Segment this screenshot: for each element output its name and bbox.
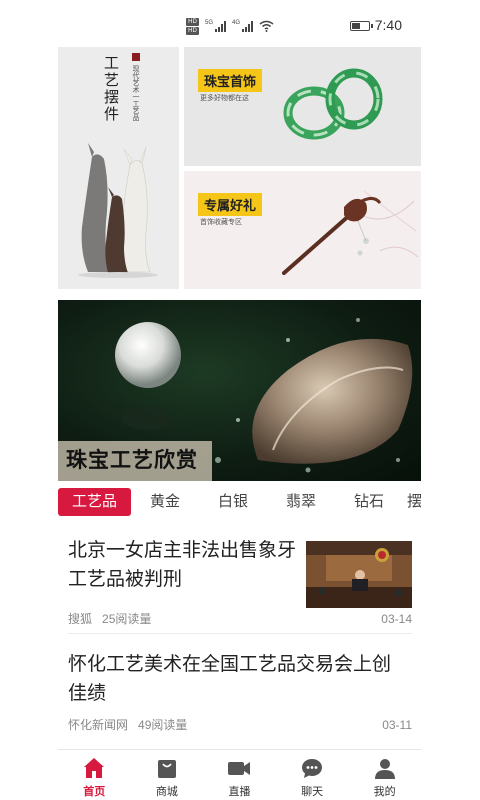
news-title: 怀化工艺美术在全国工艺品交易会上创佳绩 <box>68 654 392 704</box>
battery-icon <box>350 21 373 31</box>
nav-live-label: 直播 <box>228 786 251 798</box>
tab-jade[interactable]: 翡翠 <box>267 488 335 516</box>
news-meta: 怀化新闻网 49阅读量 <box>68 716 187 733</box>
jade-bangle-illustration <box>283 68 383 140</box>
tab-silver[interactable]: 白银 <box>199 488 267 516</box>
nav-chat-label: 聊天 <box>301 786 324 798</box>
news-source: 怀化新闻网 <box>68 718 129 732</box>
nav-home[interactable]: 首页 <box>58 750 131 800</box>
banner-jewelry-art[interactable]: 珠宝工艺欣赏 <box>58 300 421 481</box>
news-date: 03-11 <box>382 718 412 732</box>
signal-icon: 5G <box>205 20 227 32</box>
news-title: 北京一女店主非法出售象牙工艺品被判刑 <box>68 540 297 590</box>
deer-vase-illustration <box>78 143 158 278</box>
home-icon <box>84 758 105 778</box>
bottom-nav: 首页 商城 直播 聊天 我的 <box>58 749 421 800</box>
nav-chat[interactable]: 聊天 <box>276 750 349 800</box>
hairpin-illustration <box>282 190 419 275</box>
clock: 7:40 <box>374 17 402 33</box>
status-icons: HD HD 5G 4G <box>186 16 274 36</box>
tab-diamond[interactable]: 钻石 <box>335 488 403 516</box>
banner-craft-ornaments[interactable]: 工艺摆件 现代艺术一工艺品 <box>58 47 179 289</box>
tab-ornament[interactable]: 摆 <box>403 488 421 516</box>
news-date: 03-14 <box>381 612 412 626</box>
news-item[interactable]: 怀化工艺美术在全国工艺品交易会上创佳绩 怀化新闻网 49阅读量 03-11 <box>68 650 412 740</box>
news-reads: 49阅读量 <box>138 718 188 732</box>
banner-jewelry[interactable]: 珠宝首饰 更多好物都在这 <box>184 47 421 166</box>
video-camera-icon <box>228 762 251 775</box>
nav-mall-label: 商城 <box>155 786 178 798</box>
news-thumbnail <box>306 541 412 608</box>
hd-icon: HD HD <box>186 17 199 35</box>
courtroom-photo <box>306 541 412 608</box>
category-tabs: 工艺品 黄金 白银 翡翠 钻石 摆 <box>58 488 421 516</box>
user-icon <box>374 759 395 779</box>
nav-live[interactable]: 直播 <box>203 750 276 800</box>
tab-crafts[interactable]: 工艺品 <box>58 488 131 516</box>
tab-gold[interactable]: 黄金 <box>131 488 199 516</box>
divider <box>68 633 412 634</box>
nav-mall[interactable]: 商城 <box>131 750 204 800</box>
nav-profile-label: 我的 <box>373 786 396 798</box>
status-bar: HD HD 5G 4G 7:40 <box>0 0 480 46</box>
nav-home-label: 首页 <box>83 786 106 798</box>
news-meta: 搜狐 25阅读量 <box>68 610 151 627</box>
signal-icon-2: 4G <box>232 20 254 32</box>
banner-main-caption: 珠宝工艺欣赏 <box>58 441 212 481</box>
nav-profile[interactable]: 我的 <box>348 750 421 800</box>
news-item[interactable]: 北京一女店主非法出售象牙工艺品被判刑 搜狐 25阅读量 03-14 <box>68 536 412 628</box>
wifi-icon <box>259 20 274 32</box>
chat-icon <box>302 759 323 778</box>
banner-gifts[interactable]: 专属好礼 首饰收藏专区 <box>184 171 421 289</box>
news-reads: 25阅读量 <box>102 612 152 626</box>
shopping-bag-icon <box>157 760 176 778</box>
news-source: 搜狐 <box>68 612 93 626</box>
